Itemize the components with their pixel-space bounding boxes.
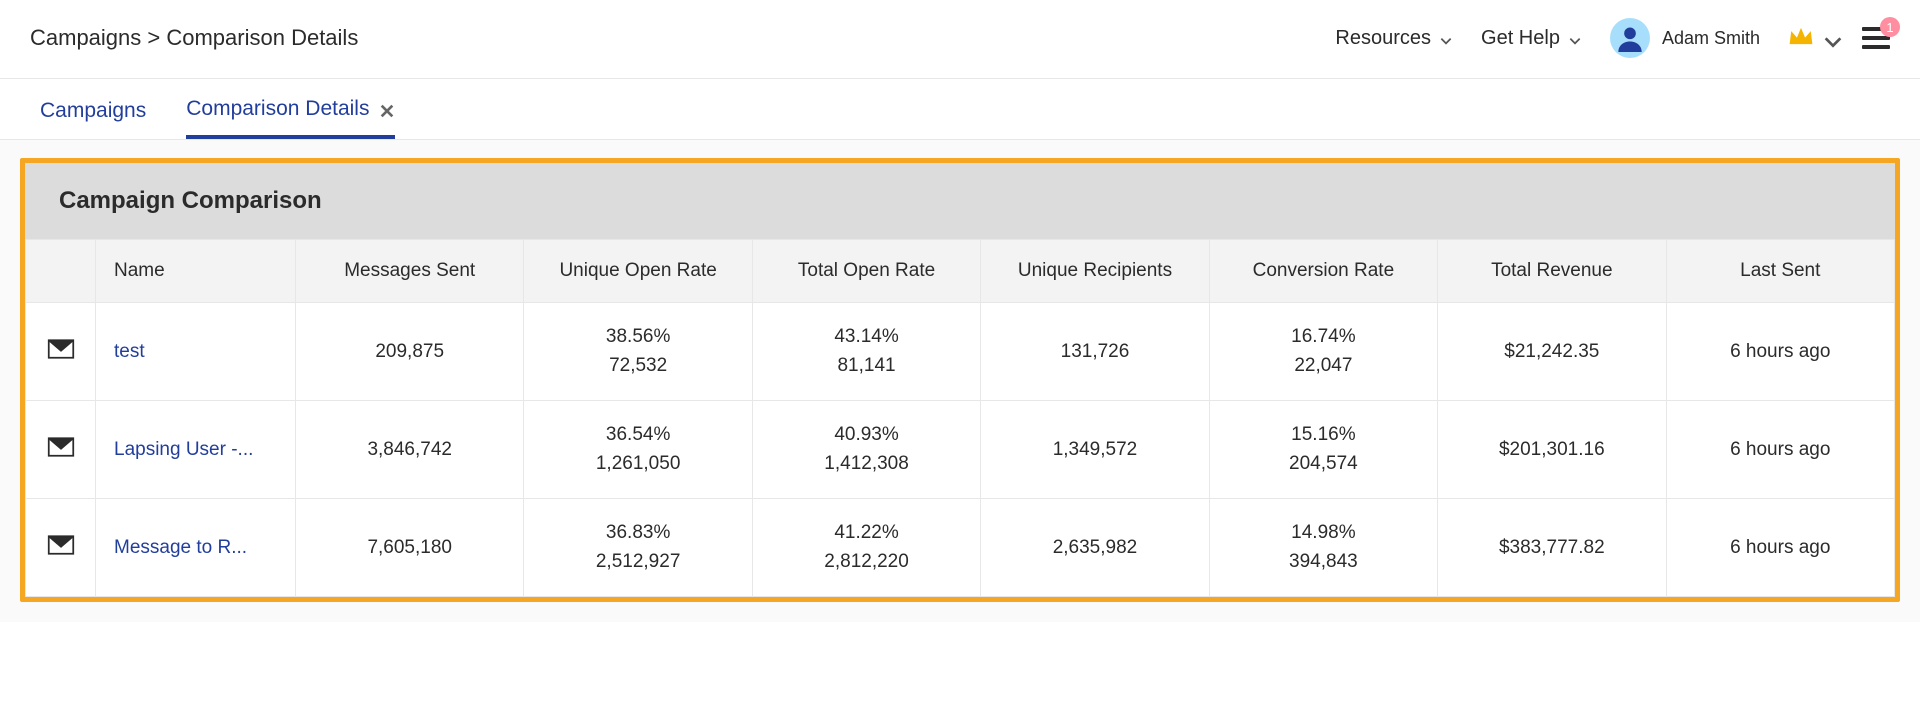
topbar-right: Resources Get Help Adam Smith — [1335, 18, 1890, 58]
chevron-down-icon — [1568, 31, 1582, 45]
table-row: Lapsing User -... 3,846,74236.54%1,261,05… — [26, 401, 1895, 499]
row-total-open-rate: 43.14%81,141 — [752, 303, 980, 401]
col-icon — [26, 240, 96, 303]
col-unique-recipients[interactable]: Unique Recipients — [981, 240, 1209, 303]
row-messages-sent: 7,605,180 — [296, 499, 524, 597]
resources-label: Resources — [1335, 27, 1431, 50]
user-menu[interactable]: Adam Smith — [1610, 18, 1760, 58]
campaign-link[interactable]: Message to R... — [114, 537, 247, 558]
envelope-icon — [47, 344, 75, 365]
row-total-open-rate: 41.22%2,812,220 — [752, 499, 980, 597]
envelope-icon — [47, 442, 75, 463]
comparison-table: Name Messages Sent Unique Open Rate Tota… — [25, 239, 1895, 597]
row-type-icon-cell — [26, 401, 96, 499]
row-name-cell: Message to R... — [96, 499, 296, 597]
tab-campaigns-label: Campaigns — [40, 99, 146, 123]
campaign-link[interactable]: test — [114, 341, 145, 362]
top-bar: Campaigns > Comparison Details Resources… — [0, 0, 1920, 79]
row-last-sent: 6 hours ago — [1666, 499, 1894, 597]
breadcrumb: Campaigns > Comparison Details — [30, 25, 358, 51]
row-unique-recipients: 1,349,572 — [981, 401, 1209, 499]
crown-icon — [1788, 25, 1814, 52]
content: Campaign Comparison Name Messages Sent U… — [0, 140, 1920, 622]
envelope-icon — [47, 540, 75, 561]
row-messages-sent: 3,846,742 — [296, 401, 524, 499]
panel-title: Campaign Comparison — [25, 163, 1895, 239]
row-unique-open-rate: 38.56%72,532 — [524, 303, 752, 401]
col-messages-sent[interactable]: Messages Sent — [296, 240, 524, 303]
row-conversion-rate: 15.16%204,574 — [1209, 401, 1437, 499]
row-last-sent: 6 hours ago — [1666, 401, 1894, 499]
row-unique-recipients: 2,635,982 — [981, 499, 1209, 597]
row-total-revenue: $21,242.35 — [1438, 303, 1666, 401]
close-icon[interactable] — [379, 101, 395, 117]
row-total-open-rate: 40.93%1,412,308 — [752, 401, 980, 499]
main-menu-button[interactable]: 1 — [1862, 27, 1890, 49]
table-row: test 209,87538.56%72,53243.14%81,141131,7… — [26, 303, 1895, 401]
row-total-revenue: $201,301.16 — [1438, 401, 1666, 499]
tab-campaigns[interactable]: Campaigns — [40, 97, 146, 139]
col-total-revenue[interactable]: Total Revenue — [1438, 240, 1666, 303]
row-conversion-rate: 14.98%394,843 — [1209, 499, 1437, 597]
crown-menu[interactable] — [1788, 25, 1834, 52]
avatar — [1610, 18, 1650, 58]
row-total-revenue: $383,777.82 — [1438, 499, 1666, 597]
get-help-label: Get Help — [1481, 27, 1560, 50]
get-help-menu[interactable]: Get Help — [1481, 27, 1582, 50]
resources-menu[interactable]: Resources — [1335, 27, 1453, 50]
table-header-row: Name Messages Sent Unique Open Rate Tota… — [26, 240, 1895, 303]
tab-comparison-details[interactable]: Comparison Details — [186, 97, 395, 139]
row-name-cell: test — [96, 303, 296, 401]
row-unique-recipients: 131,726 — [981, 303, 1209, 401]
tab-comparison-details-label: Comparison Details — [186, 97, 369, 121]
row-last-sent: 6 hours ago — [1666, 303, 1894, 401]
row-messages-sent: 209,875 — [296, 303, 524, 401]
table-row: Message to R... 7,605,18036.83%2,512,9274… — [26, 499, 1895, 597]
campaign-link[interactable]: Lapsing User -... — [114, 439, 253, 460]
highlight-frame: Campaign Comparison Name Messages Sent U… — [20, 158, 1900, 602]
row-unique-open-rate: 36.83%2,512,927 — [524, 499, 752, 597]
row-name-cell: Lapsing User -... — [96, 401, 296, 499]
col-last-sent[interactable]: Last Sent — [1666, 240, 1894, 303]
col-unique-open-rate[interactable]: Unique Open Rate — [524, 240, 752, 303]
row-type-icon-cell — [26, 303, 96, 401]
row-unique-open-rate: 36.54%1,261,050 — [524, 401, 752, 499]
tabs: Campaigns Comparison Details — [0, 79, 1920, 140]
row-conversion-rate: 16.74%22,047 — [1209, 303, 1437, 401]
col-name[interactable]: Name — [96, 240, 296, 303]
user-name: Adam Smith — [1662, 28, 1760, 49]
notification-badge: 1 — [1880, 17, 1900, 37]
chevron-down-icon — [1820, 31, 1834, 45]
chevron-down-icon — [1439, 31, 1453, 45]
col-conversion-rate[interactable]: Conversion Rate — [1209, 240, 1437, 303]
col-total-open-rate[interactable]: Total Open Rate — [752, 240, 980, 303]
row-type-icon-cell — [26, 499, 96, 597]
